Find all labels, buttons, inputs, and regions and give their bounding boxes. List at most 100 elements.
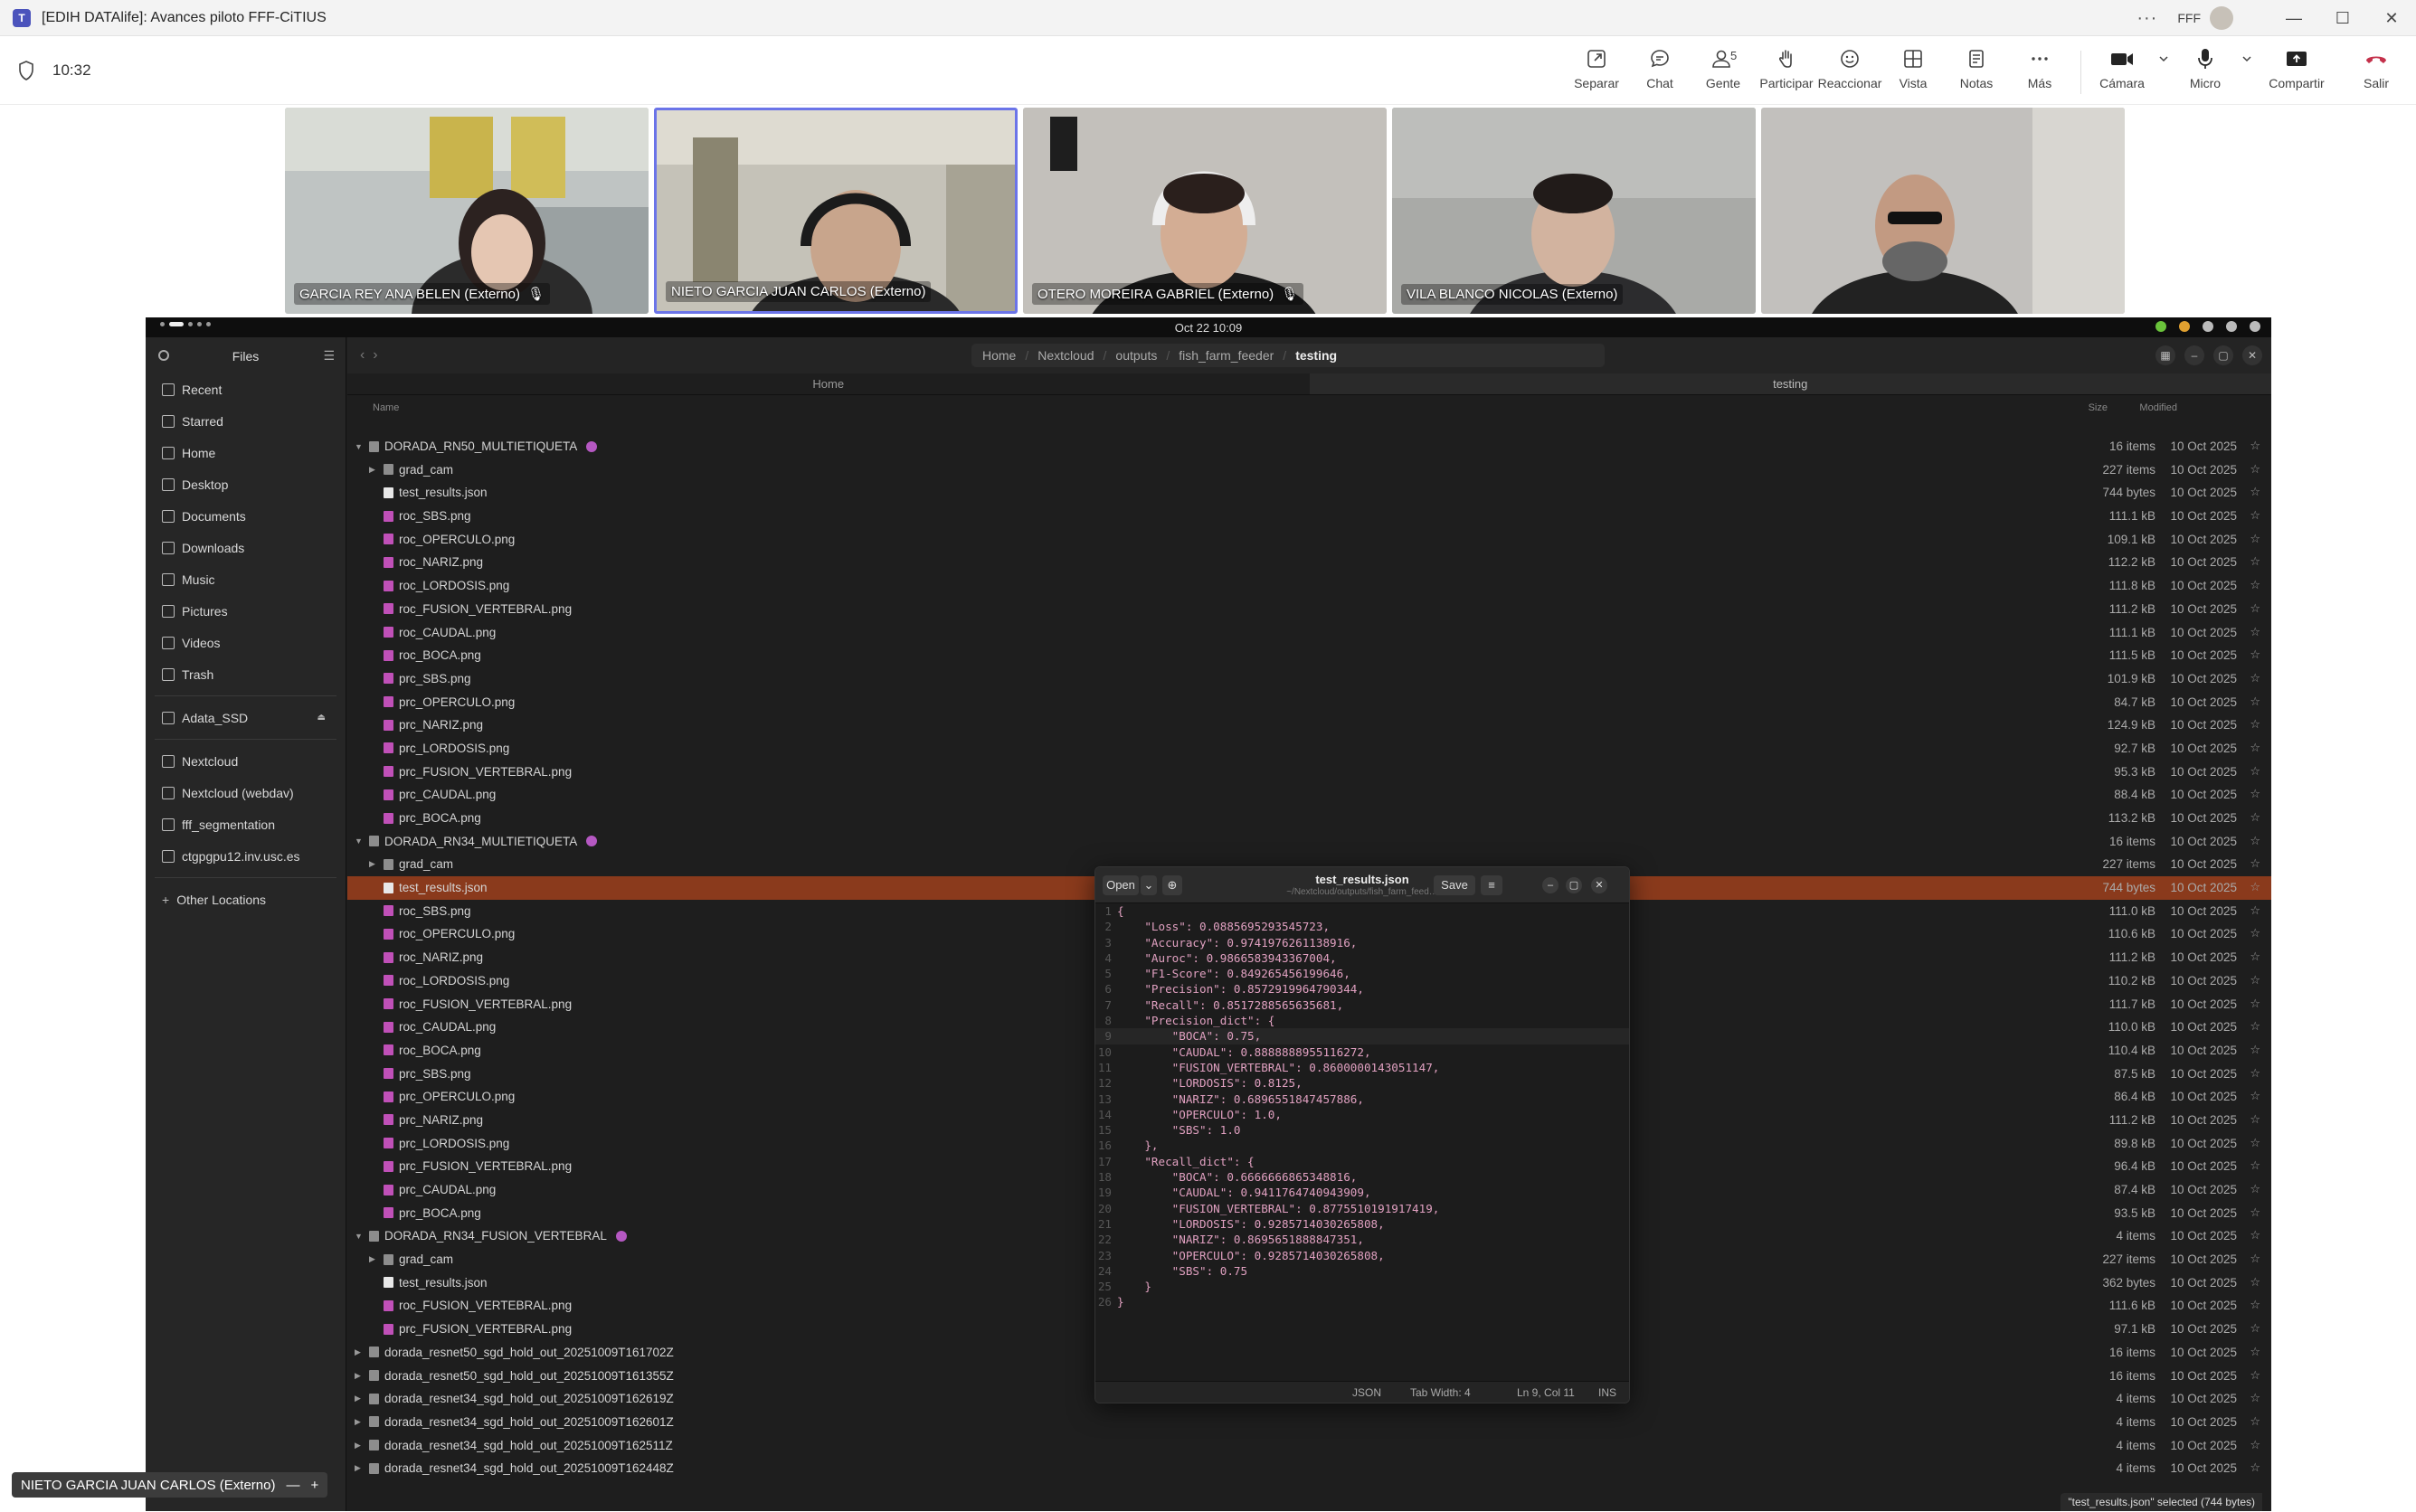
sidebar-item-pictures[interactable]: Pictures [146, 595, 346, 627]
maximize-icon[interactable]: ☐ [2318, 9, 2367, 28]
chevron-right-icon[interactable]: ▶ [355, 1371, 364, 1381]
maximize-icon[interactable]: ▢ [2213, 345, 2233, 365]
tab-home[interactable]: Home [347, 373, 1310, 394]
participant-tile[interactable]: NIETO GARCIA JUAN CARLOS (Externo) [654, 108, 1018, 314]
star-icon[interactable]: ☆ [2250, 764, 2260, 779]
star-icon[interactable]: ☆ [2250, 1391, 2260, 1405]
chat-button[interactable]: Chat [1628, 45, 1691, 99]
file-row[interactable]: ▶ dorada_resnet34_sgd_hold_out_20251009T1… [347, 1457, 2271, 1480]
star-icon[interactable]: ☆ [2250, 1019, 2260, 1034]
star-icon[interactable]: ☆ [2250, 1112, 2260, 1127]
participant-tile[interactable]: GARCIA REY ANA BELEN (Externo) 🎙 [285, 108, 649, 314]
mas-button[interactable]: Más [2008, 45, 2071, 99]
file-row[interactable]: prc_NARIZ.png 124.9 kB 10 Oct 2025 ☆ [347, 713, 2271, 737]
star-icon[interactable]: ☆ [2250, 1252, 2260, 1266]
sidebar-item-other-locations[interactable]: + Other Locations [146, 884, 346, 915]
chevron-right-icon[interactable]: ▶ [369, 1254, 378, 1264]
star-icon[interactable]: ☆ [2250, 717, 2260, 732]
sidebar-item-starred[interactable]: Starred [146, 405, 346, 437]
star-icon[interactable]: ☆ [2250, 1345, 2260, 1359]
sidebar-item-trash[interactable]: Trash [146, 658, 346, 690]
notas-button[interactable]: Notas [1945, 45, 2008, 99]
code-area[interactable]: 1{2 "Loss": 0.0885695293545723, 3 "Accura… [1095, 903, 1629, 1381]
view-toggle-icon[interactable]: ▦ [2155, 345, 2175, 365]
file-row[interactable]: ▶ grad_cam 227 items 10 Oct 2025 ☆ [347, 458, 2271, 482]
compartir-button[interactable]: Compartir [2257, 45, 2336, 99]
star-icon[interactable]: ☆ [2250, 903, 2260, 918]
star-icon[interactable]: ☆ [2250, 1205, 2260, 1220]
star-icon[interactable]: ☆ [2250, 485, 2260, 499]
star-icon[interactable]: ☆ [2250, 1066, 2260, 1081]
micro-button[interactable]: Micro [2174, 45, 2237, 99]
participant-tile[interactable]: OTERO MOREIRA GABRIEL (Externo) 🎙 [1023, 108, 1387, 314]
star-icon[interactable]: ☆ [2250, 462, 2260, 477]
star-icon[interactable]: ☆ [2250, 950, 2260, 964]
chevron-right-icon[interactable]: ▶ [355, 1347, 364, 1357]
star-icon[interactable]: ☆ [2250, 810, 2260, 825]
chevron-right-icon[interactable]: ▶ [355, 1441, 364, 1451]
star-icon[interactable]: ☆ [2250, 997, 2260, 1011]
participar-button[interactable]: Participar [1755, 45, 1818, 99]
chevron-right-icon[interactable]: ▶ [355, 1394, 364, 1403]
eject-icon[interactable]: ⏏ [317, 713, 326, 723]
star-icon[interactable]: ☆ [2250, 1275, 2260, 1290]
breadcrumb-item[interactable]: Home [982, 348, 1016, 363]
file-row[interactable]: roc_SBS.png 111.1 kB 10 Oct 2025 ☆ [347, 505, 2271, 528]
vista-button[interactable]: Vista [1881, 45, 1945, 99]
sidebar-item-videos[interactable]: Videos [146, 627, 346, 658]
star-icon[interactable]: ☆ [2250, 439, 2260, 453]
close-icon[interactable]: ✕ [2242, 345, 2262, 365]
chevron-down-icon[interactable]: ▼ [355, 442, 364, 451]
chevron-down-icon[interactable]: ▼ [355, 1232, 364, 1241]
sidebar-item-recent[interactable]: Recent [146, 373, 346, 405]
star-icon[interactable]: ☆ [2250, 1136, 2260, 1150]
camara-button[interactable]: Cámara [2090, 45, 2154, 99]
sidebar-item-downloads[interactable]: Downloads [146, 532, 346, 563]
chevron-right-icon[interactable]: ▶ [369, 465, 378, 475]
star-icon[interactable]: ☆ [2250, 1089, 2260, 1103]
chevron-right-icon[interactable]: ▶ [369, 859, 378, 869]
sidebar-item-ctgpgpu12-inv-usc-es[interactable]: ctgpgpu12.inv.usc.es [146, 840, 346, 872]
breadcrumb-item[interactable]: outputs [1115, 348, 1157, 363]
star-icon[interactable]: ☆ [2250, 834, 2260, 848]
file-row[interactable]: prc_BOCA.png 113.2 kB 10 Oct 2025 ☆ [347, 807, 2271, 830]
camera-options-button[interactable] [2154, 45, 2174, 99]
star-icon[interactable]: ☆ [2250, 508, 2260, 523]
star-icon[interactable]: ☆ [2250, 1414, 2260, 1429]
gente-button[interactable]: 5 Gente [1691, 45, 1755, 99]
chevron-right-icon[interactable]: ▶ [355, 1417, 364, 1427]
file-row[interactable]: roc_FUSION_VERTEBRAL.png 111.2 kB 10 Oct 2… [347, 598, 2271, 621]
file-row[interactable]: prc_OPERCULO.png 84.7 kB 10 Oct 2025 ☆ [347, 691, 2271, 714]
file-row[interactable]: roc_NARIZ.png 112.2 kB 10 Oct 2025 ☆ [347, 551, 2271, 574]
file-row[interactable]: prc_SBS.png 101.9 kB 10 Oct 2025 ☆ [347, 667, 2271, 691]
star-icon[interactable]: ☆ [2250, 856, 2260, 871]
tab-width-selector[interactable]: Tab Width: 4 [1410, 1386, 1471, 1399]
menu-icon[interactable]: ☰ [323, 348, 335, 364]
file-row[interactable]: ▼ DORADA_RN34_MULTIETIQUETA 16 items 10 Oct… [347, 830, 2271, 854]
sidebar-item-nextcloud-webdav[interactable]: Nextcloud (webdav) [146, 777, 346, 808]
file-row[interactable]: roc_LORDOSIS.png 111.8 kB 10 Oct 2025 ☆ [347, 574, 2271, 598]
star-icon[interactable]: ☆ [2250, 578, 2260, 592]
chevron-right-icon[interactable]: ▶ [355, 1463, 364, 1473]
language-selector[interactable]: JSON [1352, 1386, 1381, 1399]
avatar[interactable] [2210, 6, 2233, 30]
sidebar-item-home[interactable]: Home [146, 437, 346, 468]
participant-tile[interactable]: VILA BLANCO NICOLAS (Externo) [1392, 108, 1756, 314]
file-row[interactable]: prc_LORDOSIS.png 92.7 kB 10 Oct 2025 ☆ [347, 737, 2271, 761]
star-icon[interactable]: ☆ [2250, 1368, 2260, 1383]
maximize-icon[interactable]: ▢ [1566, 877, 1582, 893]
star-icon[interactable]: ☆ [2250, 1460, 2260, 1475]
minimize-icon[interactable]: — [2269, 9, 2318, 28]
close-icon[interactable]: ✕ [1591, 877, 1607, 893]
breadcrumb[interactable]: Home / Nextcloud / outputs / fish_farm_feeder /… [971, 344, 1605, 367]
star-icon[interactable]: ☆ [2250, 926, 2260, 940]
participant-tile[interactable] [1761, 108, 2125, 314]
breadcrumb-item[interactable]: Nextcloud [1037, 348, 1094, 363]
minimize-icon[interactable]: – [1542, 877, 1559, 893]
micro-options-button[interactable] [2237, 45, 2257, 99]
sidebar-item-adata-ssd[interactable]: Adata_SSD ⏏ [146, 702, 346, 733]
star-icon[interactable]: ☆ [2250, 1438, 2260, 1452]
salir-button[interactable]: Salir [2336, 45, 2416, 99]
breadcrumb-item[interactable]: fish_farm_feeder [1179, 348, 1274, 363]
star-icon[interactable]: ☆ [2250, 554, 2260, 569]
